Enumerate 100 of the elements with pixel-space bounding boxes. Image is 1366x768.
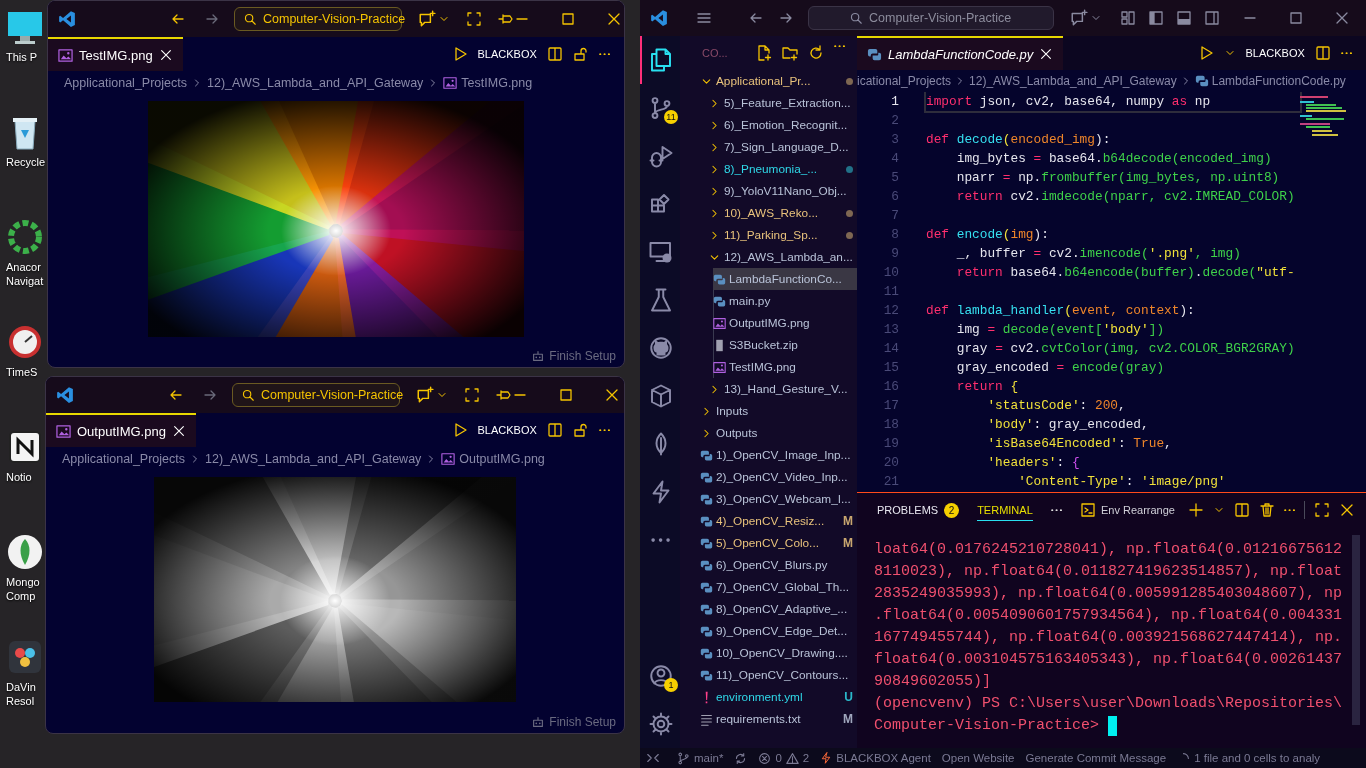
tree-item[interactable]: 2)_OpenCV_Video_Inp... <box>680 466 857 488</box>
fullscreen-icon[interactable] <box>1314 502 1331 518</box>
panel-tab[interactable]: PROBLEMS 2 <box>877 499 960 521</box>
tree-item[interactable]: environment.yml U <box>680 686 857 708</box>
new-file-icon[interactable] <box>755 45 772 61</box>
gauge-app-icon[interactable] <box>6 323 44 361</box>
tree-item[interactable]: 10)_OpenCV_Drawing.... <box>680 642 857 664</box>
unlock-icon[interactable] <box>572 422 589 438</box>
breadcrumb[interactable]: icational_Projects <box>857 74 952 88</box>
status-item[interactable]: BLACKBOX Agent <box>820 752 931 764</box>
tree-item[interactable]: 8)_OpenCV_Adaptive_... <box>680 598 857 620</box>
branch-status[interactable]: main* <box>677 751 724 765</box>
tree-item[interactable]: 5)_Feature_Extraction... <box>680 92 857 114</box>
tree-item[interactable]: Applicational_Pr... <box>680 70 857 92</box>
plus-icon[interactable] <box>1187 502 1204 518</box>
more-icon[interactable] <box>1283 508 1296 512</box>
close-icon[interactable] <box>604 387 620 403</box>
menu-icon[interactable] <box>696 10 712 26</box>
tree-item[interactable]: main.py <box>713 290 857 312</box>
tree-item[interactable]: 12)_AWS_Lambda_an... <box>680 246 857 268</box>
editor-tab[interactable]: OutputIMG.png <box>46 413 196 447</box>
blackbox-label[interactable]: BLACKBOX <box>1245 47 1305 59</box>
tree-item[interactable]: 13)_Hand_Gesture_V... <box>680 378 857 400</box>
status-item[interactable]: Open Website <box>941 752 1015 764</box>
maximize-icon[interactable] <box>1288 10 1304 26</box>
breadcrumb[interactable]: OutputIMG.png <box>459 452 545 466</box>
more-icon[interactable] <box>833 45 845 48</box>
sidebar-icon[interactable] <box>1148 10 1164 26</box>
close-icon[interactable] <box>158 48 173 62</box>
problems-status[interactable]: 0 2 <box>758 751 810 765</box>
chat-icon[interactable] <box>416 386 434 404</box>
breadcrumb[interactable]: Applicational_Projects <box>62 452 185 466</box>
close-icon[interactable] <box>1039 47 1054 61</box>
maximize-icon[interactable] <box>558 387 574 403</box>
tree-item[interactable]: Outputs <box>680 422 857 444</box>
more-icon[interactable] <box>1050 508 1062 512</box>
more-icon[interactable] <box>1340 51 1352 55</box>
refresh-icon[interactable] <box>807 45 824 61</box>
secondary-sidebar-icon[interactable] <box>1204 10 1220 26</box>
close-icon[interactable] <box>606 11 622 27</box>
tree-item[interactable]: TestIMG.png <box>713 356 857 378</box>
tree-item[interactable]: LambdaFunctionCo... <box>713 268 857 290</box>
tree-item[interactable]: Inputs <box>680 400 857 422</box>
split-editor-icon[interactable] <box>1314 45 1331 61</box>
tree-item[interactable]: 7)_Sign_Language_D... <box>680 136 857 158</box>
tree-item[interactable]: 6)_Emotion_Recognit... <box>680 114 857 136</box>
editor-tab[interactable]: LambdaFunctionCode.py <box>857 36 1064 70</box>
breadcrumb[interactable]: Applicational_Projects <box>64 76 187 90</box>
finish-setup-button[interactable]: Finish Setup <box>531 349 616 363</box>
maximize-icon[interactable] <box>560 11 576 27</box>
trash-icon[interactable] <box>1258 502 1275 518</box>
status-item[interactable]: 1 file and 0 cells to analy <box>1177 751 1321 765</box>
activity-bar-button[interactable]: 11 <box>640 84 680 132</box>
fullscreen-icon[interactable] <box>464 387 480 403</box>
fullscreen-icon[interactable] <box>466 11 482 27</box>
tree-item[interactable]: 1)_OpenCV_Image_Inp... <box>680 444 857 466</box>
sync-icon[interactable] <box>734 751 748 765</box>
search-field[interactable]: Computer-Vision-Practice <box>808 6 1054 30</box>
tree-item[interactable]: 11)_OpenCV_Contours... <box>680 664 857 686</box>
ring-app-icon[interactable] <box>6 218 44 256</box>
breadcrumb[interactable]: TestIMG.png <box>461 76 533 90</box>
layout-icon[interactable] <box>1120 10 1136 26</box>
tree-item[interactable]: 6)_OpenCV_Blurs.py <box>680 554 857 576</box>
tree-item[interactable]: 11)_Parking_Sp... <box>680 224 857 246</box>
chat-icon[interactable] <box>418 10 436 28</box>
blackbox-label[interactable]: BLACKBOX <box>477 424 537 436</box>
breadcrumb[interactable]: 12)_AWS_Lambda_and_API_Gateway <box>205 452 422 466</box>
split-editor-icon[interactable] <box>546 46 563 62</box>
split-editor-icon[interactable] <box>1233 502 1250 518</box>
tree-item[interactable]: requirements.txt M <box>680 708 857 730</box>
tree-item[interactable]: 8)_Pneumonia_... <box>680 158 857 180</box>
panel-tab[interactable]: TERMINAL <box>977 499 1033 521</box>
tree-item[interactable]: 10)_AWS_Reko... <box>680 202 857 224</box>
breadcrumb[interactable]: LambdaFunctionCode.py <box>1211 74 1346 88</box>
finish-setup-button[interactable]: Finish Setup <box>531 715 616 729</box>
flower-app-icon[interactable] <box>6 638 44 676</box>
more-icon[interactable] <box>598 428 610 432</box>
terminal-selector[interactable]: Env Rearrange <box>1079 502 1175 518</box>
more-icon[interactable] <box>598 52 610 56</box>
editor-tab[interactable]: TestIMG.png <box>48 37 183 71</box>
blackbox-label[interactable]: BLACKBOX <box>477 48 537 60</box>
tree-item[interactable]: S3Bucket.zip <box>713 334 857 356</box>
activity-bar-button[interactable]: 1 <box>640 652 680 700</box>
tree-item[interactable]: OutputIMG.png <box>713 312 857 334</box>
breadcrumb[interactable]: 12)_AWS_Lambda_and_API_Gateway <box>969 74 1177 88</box>
unlock-icon[interactable] <box>572 46 589 62</box>
close-icon[interactable] <box>171 424 186 438</box>
tree-item[interactable]: 9)_YoloV11Nano_Obj... <box>680 180 857 202</box>
tree-item[interactable]: 4)_OpenCV_Resiz... M <box>680 510 857 532</box>
tree-item[interactable]: 9)_OpenCV_Edge_Det... <box>680 620 857 642</box>
breadcrumb[interactable]: 12)_AWS_Lambda_and_API_Gateway <box>207 76 424 90</box>
chat-icon[interactable] <box>1070 9 1088 27</box>
close-icon[interactable] <box>1334 10 1350 26</box>
tree-item[interactable]: 7)_OpenCV_Global_Th... <box>680 576 857 598</box>
tree-item[interactable]: 5)_OpenCV_Colo... M <box>680 532 857 554</box>
leaf-app-icon[interactable] <box>6 533 44 571</box>
status-item[interactable]: Generate Commit Message <box>1025 752 1167 764</box>
tree-item[interactable]: 3)_OpenCV_Webcam_I... <box>680 488 857 510</box>
panel-icon[interactable] <box>1176 10 1192 26</box>
split-editor-icon[interactable] <box>546 422 563 438</box>
